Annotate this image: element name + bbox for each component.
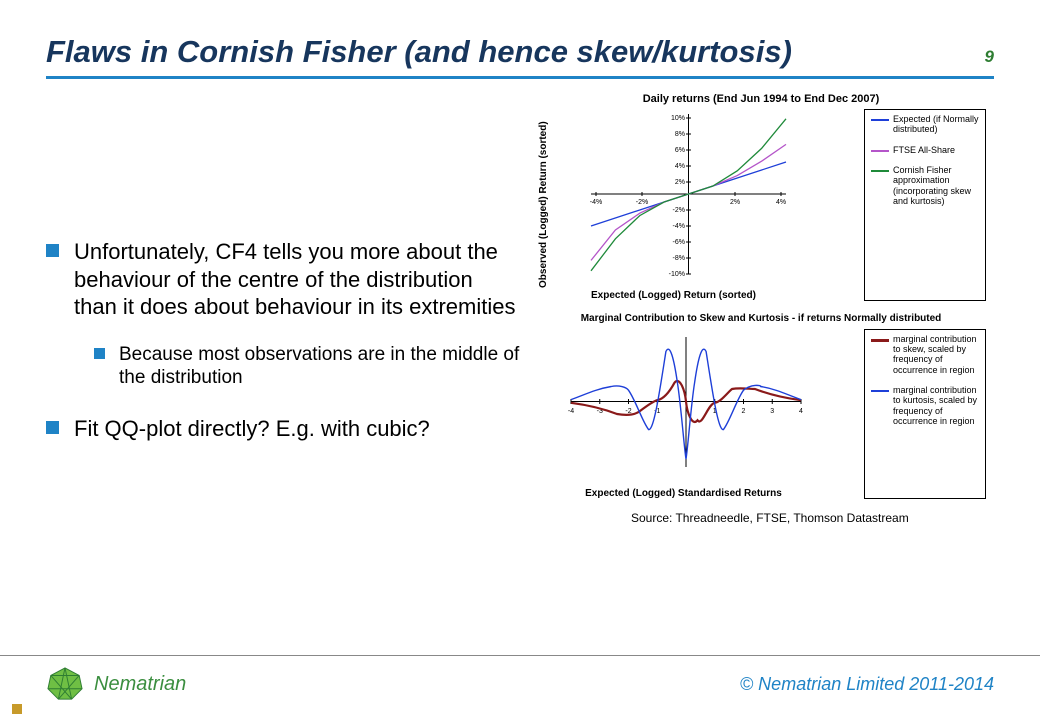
legend-swatch-icon xyxy=(871,339,889,342)
legend-item: Cornish Fisher approximation (incorporat… xyxy=(871,165,979,206)
legend-swatch-icon xyxy=(871,170,889,172)
bullet-1-sub-1-text: Because most observations are in the mid… xyxy=(119,343,520,389)
page-number: 9 xyxy=(985,47,994,67)
svg-text:4: 4 xyxy=(799,408,803,415)
bullet-2-text: Fit QQ-plot directly? E.g. with cubic? xyxy=(74,415,430,443)
svg-text:4%: 4% xyxy=(675,163,685,170)
chart-qqplot: Daily returns (End Jun 1994 to End Dec 2… xyxy=(536,93,986,301)
svg-text:-4: -4 xyxy=(568,408,574,415)
chart-2-legend: marginal contribution to skew, scaled by… xyxy=(864,329,986,499)
bullet-1-text: Unfortunately, CF4 tells you more about … xyxy=(74,238,520,321)
svg-text:8%: 8% xyxy=(675,131,685,138)
chart-marginal-contrib: Marginal Contribution to Skew and Kurtos… xyxy=(536,313,986,499)
bullet-column: Unfortunately, CF4 tells you more about … xyxy=(46,93,536,525)
svg-text:2: 2 xyxy=(742,408,746,415)
legend-swatch-icon xyxy=(871,119,889,121)
svg-text:-4%: -4% xyxy=(673,223,685,230)
bullet-marker-icon xyxy=(94,348,105,359)
bullet-1: Unfortunately, CF4 tells you more about … xyxy=(46,238,520,321)
chart-1-plot: 10% 8% 6% 4% 2% -2% -4% -6% -8% -10% xyxy=(551,109,796,279)
chart-1-xlabel: Expected (Logged) Return (sorted) xyxy=(551,290,796,301)
legend-label: Expected (if Normally distributed) xyxy=(893,114,979,135)
title-row: Flaws in Cornish Fisher (and hence skew/… xyxy=(46,34,994,79)
svg-text:6%: 6% xyxy=(675,147,685,154)
slide-body: Unfortunately, CF4 tells you more about … xyxy=(46,93,994,525)
svg-text:-2%: -2% xyxy=(636,199,648,206)
copyright: © Nematrian Limited 2011-2014 xyxy=(740,674,994,695)
chart-2-xlabel: Expected (Logged) Standardised Returns xyxy=(556,488,811,499)
bullet-2: Fit QQ-plot directly? E.g. with cubic? xyxy=(46,415,520,443)
corner-marker-icon xyxy=(12,704,22,714)
svg-text:-2%: -2% xyxy=(673,207,685,214)
legend-swatch-icon xyxy=(871,150,889,152)
chart-1-legend: Expected (if Normally distributed) FTSE … xyxy=(864,109,986,301)
svg-text:-4%: -4% xyxy=(590,199,602,206)
chart-2-plot: -4-3-2 -112 34 xyxy=(556,329,811,477)
slide: Flaws in Cornish Fisher (and hence skew/… xyxy=(0,0,1040,720)
svg-text:3: 3 xyxy=(770,408,774,415)
svg-text:4%: 4% xyxy=(776,199,786,206)
legend-label: Cornish Fisher approximation (incorporat… xyxy=(893,165,979,206)
bullet-marker-icon xyxy=(46,244,59,257)
footer: Nematrian © Nematrian Limited 2011-2014 xyxy=(0,655,1040,702)
logo-icon xyxy=(46,666,84,702)
charts-column: Daily returns (End Jun 1994 to End Dec 2… xyxy=(536,93,986,525)
brand-name: Nematrian xyxy=(94,673,186,696)
legend-item: Expected (if Normally distributed) xyxy=(871,114,979,135)
svg-text:2%: 2% xyxy=(675,179,685,186)
legend-label: FTSE All-Share xyxy=(893,145,955,155)
legend-item: FTSE All-Share xyxy=(871,145,979,155)
chart-1-title: Daily returns (End Jun 1994 to End Dec 2… xyxy=(536,93,986,105)
svg-text:-10%: -10% xyxy=(669,271,685,278)
chart-1-ylabel: Observed (Logged) Return (sorted) xyxy=(536,109,551,301)
legend-label: marginal contribution to kurtosis, scale… xyxy=(893,385,979,426)
chart-source-line: Source: Threadneedle, FTSE, Thomson Data… xyxy=(536,511,986,525)
svg-text:2%: 2% xyxy=(730,199,740,206)
legend-swatch-icon xyxy=(871,390,889,392)
brand: Nematrian xyxy=(46,666,186,702)
bullet-marker-icon xyxy=(46,421,59,434)
chart-2-title: Marginal Contribution to Skew and Kurtos… xyxy=(536,313,986,325)
legend-item: marginal contribution to skew, scaled by… xyxy=(871,334,979,375)
bullet-1-sub-1: Because most observations are in the mid… xyxy=(94,343,520,389)
svg-text:10%: 10% xyxy=(671,115,685,122)
slide-title: Flaws in Cornish Fisher (and hence skew/… xyxy=(46,34,792,70)
svg-text:-6%: -6% xyxy=(673,239,685,246)
legend-item: marginal contribution to kurtosis, scale… xyxy=(871,385,979,426)
svg-text:-8%: -8% xyxy=(673,255,685,262)
legend-label: marginal contribution to skew, scaled by… xyxy=(893,334,979,375)
